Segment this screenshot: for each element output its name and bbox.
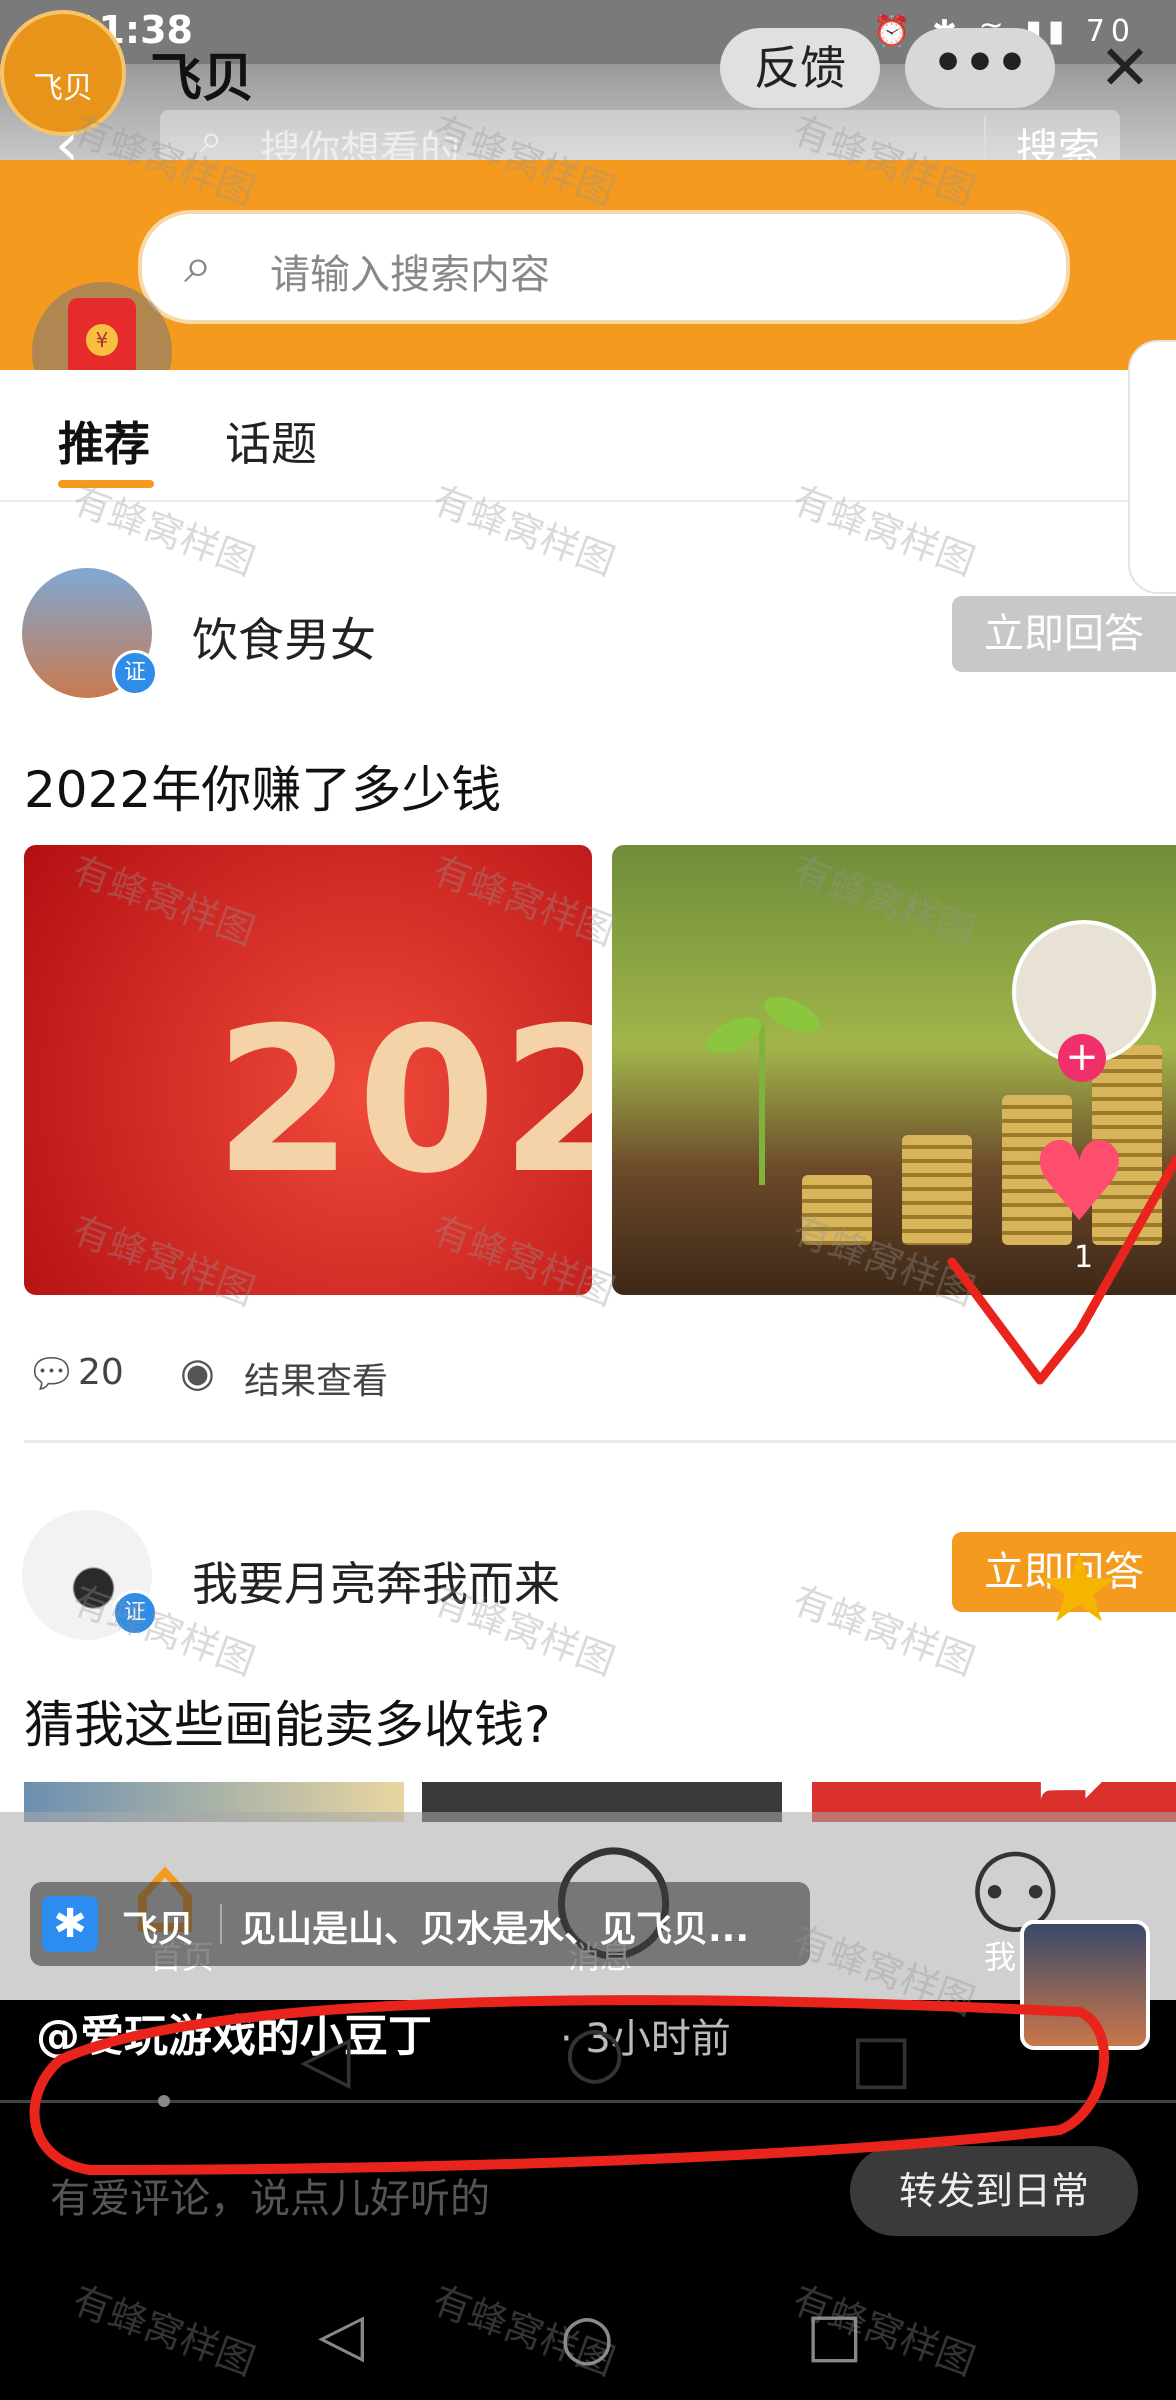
divider <box>220 1904 222 1944</box>
verified-badge: 证 <box>112 650 158 696</box>
back-nav-icon: ◁ <box>300 2020 351 2097</box>
source-description: 见山是山、贝水是水、见飞贝... <box>240 1909 750 1950</box>
comment-count: 1 <box>1074 1446 1094 1481</box>
view-results-link[interactable]: 结果查看 <box>244 1352 388 1404</box>
video-progress-bar[interactable] <box>0 2100 1176 2103</box>
eye-icon[interactable]: ◉ <box>180 1350 215 1396</box>
tab-topics[interactable]: 话题 <box>225 408 317 474</box>
home-nav-icon: ○ <box>564 2010 626 2092</box>
comment-icon[interactable]: 💬︎ <box>26 1350 77 1397</box>
tab-recommend[interactable]: 推荐 <box>58 408 150 474</box>
feedback-button[interactable]: 反馈 <box>720 28 880 108</box>
more-button[interactable]: ••• <box>905 28 1055 108</box>
like-count: 1 <box>1074 1240 1094 1275</box>
mini-program-icon: ✱ <box>42 1896 98 1952</box>
nav-label-me: 我 <box>984 1938 1017 1976</box>
follow-plus-icon[interactable]: + <box>1058 1034 1106 1082</box>
search-input[interactable]: ⌕ 请输入搜索内容 <box>138 210 1070 324</box>
sprout-illustration <box>706 997 820 1185</box>
comment-icon[interactable]: ◌ <box>1040 1350 1103 1434</box>
coin-stack <box>902 1135 972 1245</box>
divider <box>24 1440 1176 1443</box>
video-author[interactable]: @爱玩游戏的小豆丁 <box>36 2000 432 2064</box>
heart-icon[interactable]: ♥ <box>1030 1118 1129 1246</box>
system-back-icon[interactable]: ◁ <box>318 2300 364 2370</box>
progress-handle[interactable] <box>158 2095 170 2107</box>
music-thumbnail[interactable] <box>1020 1920 1150 2050</box>
search-icon: ⌕ <box>184 236 212 294</box>
mini-program-source-tag[interactable]: ✱ 飞贝 见山是山、贝水是水、见飞贝... <box>30 1882 810 1966</box>
post-question[interactable]: 2022年你赚了多少钱 <box>24 750 501 822</box>
answer-now-button[interactable]: 立即回答 <box>952 596 1176 672</box>
image-caption: 2022 <box>214 985 592 1218</box>
tab-bar: 推荐 话题 <box>0 370 1176 502</box>
side-drawer-handle[interactable] <box>1128 340 1176 594</box>
source-name: 飞贝 <box>122 1909 195 1950</box>
search-placeholder: 请输入搜索内容 <box>270 252 550 298</box>
star-icon[interactable]: ★ <box>1036 1532 1122 1644</box>
post-username[interactable]: 饮食男女 <box>192 604 376 670</box>
yen-coin-icon: ¥ <box>86 324 118 356</box>
app-title: 飞贝 <box>150 49 255 109</box>
favorite-count: 1 <box>1074 1648 1094 1683</box>
comment-count: 20 <box>78 1352 124 1393</box>
comment-input[interactable]: 有爱评论，说点儿好听的 <box>50 2166 490 2224</box>
recent-nav-icon: □ <box>850 2020 913 2097</box>
post-question[interactable]: 猜我这些画能卖多收钱? <box>24 1685 551 1757</box>
forward-to-daily-button[interactable]: 转发到日常 <box>850 2146 1138 2236</box>
close-icon[interactable]: ✕ <box>1085 28 1165 108</box>
